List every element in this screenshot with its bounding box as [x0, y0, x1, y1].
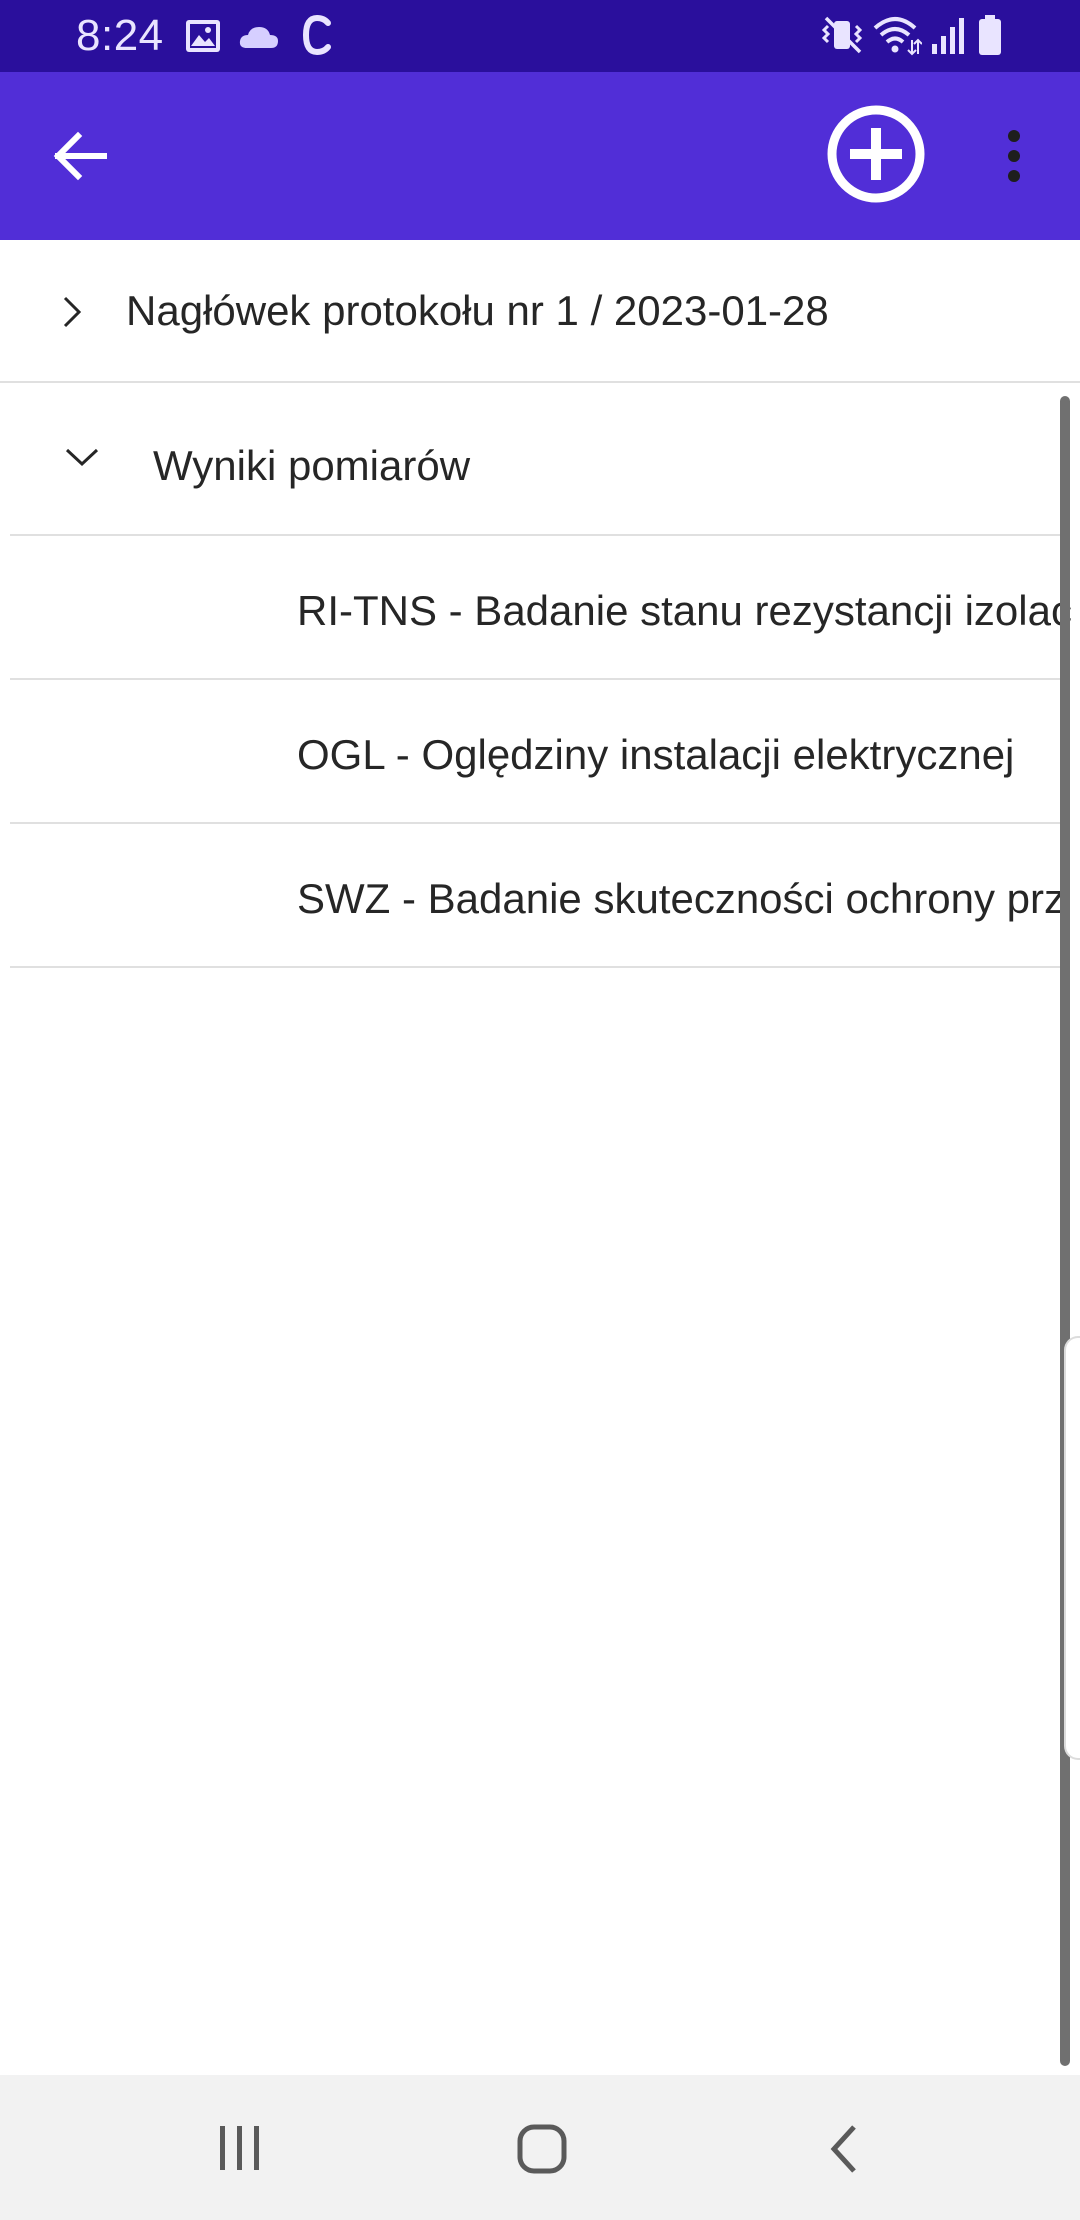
tree-child-item[interactable]: OGL - Oględziny instalacji elektrycznej: [0, 680, 1080, 822]
recent-apps-icon[interactable]: [216, 2123, 264, 2173]
back-arrow-icon[interactable]: [50, 128, 110, 184]
tree-child-label: OGL - Oględziny instalacji elektrycznej: [297, 731, 1015, 778]
tree-section-wyniki[interactable]: Wyniki pomiarów: [0, 383, 1080, 535]
tree-section-label: Wyniki pomiarów: [153, 442, 471, 489]
home-icon[interactable]: [516, 2123, 568, 2175]
status-time: 8:24: [76, 11, 164, 60]
app-bar: [0, 72, 1080, 240]
tree-item-header-label: Nagłówek protokołu nr 1 / 2023-01-28: [126, 287, 829, 334]
more-vert-icon[interactable]: [1000, 128, 1028, 184]
cloud-icon: [238, 22, 280, 50]
chevron-right-icon: [60, 294, 84, 330]
navigation-bar: [0, 2075, 1080, 2220]
tree-child-item[interactable]: SWZ - Badanie skuteczności ochrony prz: [0, 824, 1080, 966]
add-circle-icon[interactable]: [826, 104, 926, 204]
divider: [10, 966, 1070, 968]
tree-child-label: SWZ - Badanie skuteczności ochrony prz: [297, 875, 1065, 922]
scrollbar[interactable]: [1060, 396, 1070, 2066]
chevron-down-icon: [64, 445, 100, 469]
wifi-icon: [872, 14, 922, 56]
tree-item-header[interactable]: Nagłówek protokołu nr 1 / 2023-01-28: [0, 240, 1080, 382]
battery-icon: [976, 14, 1004, 56]
signal-icon: [930, 14, 968, 56]
back-icon[interactable]: [826, 2123, 860, 2175]
tree-child-item[interactable]: RI-TNS - Badanie stanu rezystancji izola…: [0, 536, 1080, 678]
edge-panel-handle[interactable]: [1064, 1336, 1080, 1760]
status-bar: 8:24: [0, 0, 1080, 72]
tree-child-label: RI-TNS - Badanie stanu rezystancji izola…: [297, 587, 1072, 634]
image-icon: [184, 17, 222, 55]
vibrate-icon: [820, 14, 866, 56]
c-app-icon: [300, 14, 334, 56]
